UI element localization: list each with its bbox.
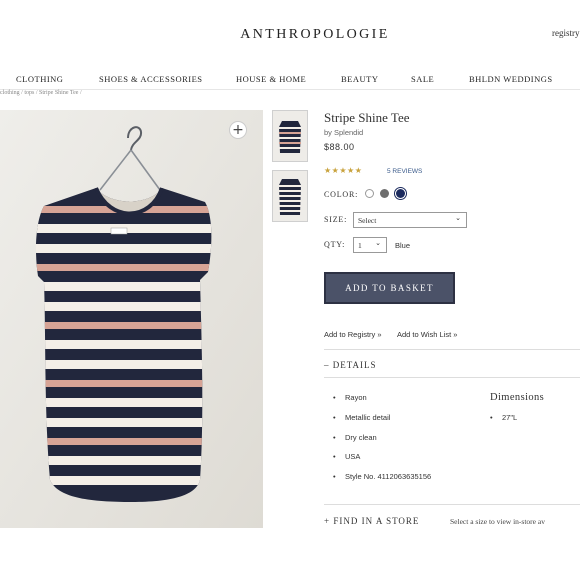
qty-select-value: 1 xyxy=(358,241,362,250)
store-divider xyxy=(324,504,580,505)
nav-item-beauty[interactable]: BEAUTY xyxy=(341,74,378,84)
nav-item-sale[interactable]: SALE xyxy=(411,74,434,84)
chevron-down-icon: ⌄ xyxy=(455,214,461,222)
qty-select[interactable]: 1 ⌄ xyxy=(353,237,387,253)
add-to-registry-link[interactable]: Add to Registry » xyxy=(324,330,382,339)
size-label: SIZE: xyxy=(324,215,348,224)
list-item: • USA xyxy=(333,452,361,462)
breadcrumb[interactable]: clothing / tops / Stripe Shine Tee / xyxy=(0,90,82,96)
add-to-wishlist-link[interactable]: Add to Wish List » xyxy=(397,330,457,339)
details-list: • Rayon • Metallic detail • Dry clean • USA … xyxy=(333,393,431,492)
chevron-down-icon: ⌄ xyxy=(375,239,381,247)
product-image[interactable] xyxy=(0,110,263,528)
nav-item-shoes-accessories[interactable]: SHOES & ACCESSORIES xyxy=(99,74,203,84)
details-toggle[interactable]: – DETAILS xyxy=(324,360,377,370)
rating-stars: ★★★★★ xyxy=(324,166,363,175)
product-price: $88.00 xyxy=(324,142,355,152)
nav-item-clothing[interactable]: CLOTHING xyxy=(16,74,63,84)
add-to-basket-button[interactable]: ADD TO BASKET xyxy=(324,272,455,304)
swatch-grey[interactable] xyxy=(380,189,389,198)
tee-illustration xyxy=(0,110,263,528)
registry-link[interactable]: registry xyxy=(552,28,580,38)
find-in-store-toggle[interactable]: + FIND IN A STORE xyxy=(324,516,419,526)
nav-item-bhldn-weddings[interactable]: BHLDN WEDDINGS xyxy=(469,74,553,84)
nav-item-house-home[interactable]: HOUSE & HOME xyxy=(236,74,306,84)
color-label: COLOR: xyxy=(324,190,359,199)
main-nav: CLOTHING SHOES & ACCESSORIES HOUSE & HOM… xyxy=(0,72,580,88)
swatch-navy[interactable] xyxy=(396,189,405,198)
nav-divider xyxy=(0,89,580,90)
size-select[interactable]: Select ⌄ xyxy=(353,212,467,228)
details-divider-bottom xyxy=(324,377,580,378)
thumbnail-front-image xyxy=(273,111,307,161)
thumbnail-back[interactable] xyxy=(272,170,308,222)
swatch-white[interactable] xyxy=(365,189,374,198)
reviews-link[interactable]: 5 REVIEWS xyxy=(387,168,422,175)
list-item: • Rayon xyxy=(333,393,367,402)
list-item: • Metallic detail xyxy=(333,412,391,422)
selected-color-text: Blue xyxy=(395,241,411,250)
product-title: Stripe Shine Tee xyxy=(324,110,410,125)
qty-label: QTY: xyxy=(324,240,346,249)
details-divider xyxy=(324,349,580,350)
list-item: • Dry clean xyxy=(333,432,377,442)
dimension-item: • 27"L xyxy=(490,413,518,422)
dimensions-title: Dimensions xyxy=(490,392,545,403)
size-select-value: Select xyxy=(358,216,377,225)
thumbnail-front[interactable] xyxy=(272,110,308,162)
product-brand[interactable]: by Splendid xyxy=(324,128,363,137)
list-item: • Style No. 4112063635156 xyxy=(333,472,432,482)
zoom-button[interactable]: + xyxy=(229,121,247,139)
store-hint: Select a size to view in-store av xyxy=(450,517,545,526)
thumbnail-back-image xyxy=(273,171,307,221)
brand-logo[interactable]: ANTHROPOLOGIE xyxy=(0,27,580,43)
